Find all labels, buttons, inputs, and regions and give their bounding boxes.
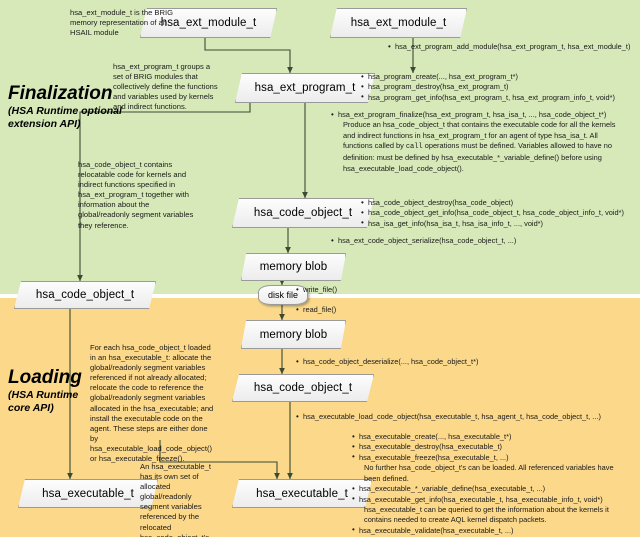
api-finalize-list: hsa_ext_program_finalize(hsa_ext_program…: [331, 110, 640, 173]
api-item: hsa_executable_freeze(hsa_executable_t, …: [352, 452, 640, 463]
api-note-line: No further hsa_code_object_t's can be lo…: [364, 463, 614, 473]
api-note-line: definition: must be defined by hsa_execu…: [343, 153, 602, 163]
api-program-group: hsa_program_create(..., hsa_ext_program_…: [361, 72, 640, 103]
note-ext-program: hsa_ext_program_t groups a set of BRIG m…: [113, 62, 218, 112]
api-read-file-text: read_file(): [296, 305, 416, 316]
node-memory-blob-loading[interactable]: memory blob: [241, 320, 346, 349]
api-item: hsa_program_get_info(hsa_ext_program_t, …: [361, 92, 640, 103]
api-item: hsa_code_object_get_info(hsa_code_object…: [361, 208, 640, 219]
api-note-line: Produce an hsa_code_object_t that contai…: [343, 120, 616, 130]
api-note-line: functions called by call operations must…: [343, 141, 612, 152]
phase-loading-subtitle: (HSA Runtime core API): [8, 388, 79, 414]
api-write-file: write_file(): [296, 285, 416, 296]
phase-finalization: Finalization (HSA Runtime optional exten…: [8, 84, 122, 131]
phase-finalization-title: Finalization: [8, 83, 113, 104]
api-serialize-text: hsa_ext_code_object_serialize(hsa_code_o…: [331, 236, 631, 247]
node-executable-left[interactable]: hsa_executable_t: [18, 479, 158, 508]
api-item: hsa_executable_create(..., hsa_executabl…: [352, 432, 640, 443]
api-serialize: hsa_ext_code_object_serialize(hsa_code_o…: [331, 236, 631, 247]
api-note-line: been defined.: [364, 473, 409, 483]
api-write-file-text: write_file(): [296, 285, 416, 296]
api-read-file: read_file(): [296, 305, 416, 316]
api-add-module-text: hsa_ext_program_add_module(hsa_ext_progr…: [388, 42, 640, 53]
api-item: hsa_executable_destroy(hsa_executable_t): [352, 442, 640, 453]
api-load-code-object: hsa_executable_load_code_object(hsa_exec…: [296, 412, 636, 423]
phase-loading-title: Loading: [8, 367, 82, 388]
api-item: hsa_code_object_destroy(hsa_code_object): [361, 198, 640, 209]
node-ext-module-right[interactable]: hsa_ext_module_t: [330, 8, 467, 38]
api-item: hsa_isa_get_info(hsa_isa_t, hsa_isa_info…: [361, 218, 640, 229]
phase-finalization-subtitle: (HSA Runtime optional extension API): [8, 104, 122, 130]
note-ext-module: hsa_ext_module_t is the BRIG memory repr…: [70, 8, 173, 38]
note-loading: For each hsa_code_object_t loaded in an …: [90, 343, 214, 464]
api-load-code-object-text: hsa_executable_load_code_object(hsa_exec…: [296, 412, 636, 423]
node-memory-blob-finalization[interactable]: memory blob: [241, 253, 346, 281]
api-code-object-group: hsa_code_object_destroy(hsa_code_object)…: [361, 198, 640, 229]
node-ext-program[interactable]: hsa_ext_program_t: [235, 73, 375, 103]
api-deserialize: hsa_code_object_deserialize(..., hsa_cod…: [296, 357, 556, 368]
api-item: hsa_program_create(..., hsa_ext_program_…: [361, 72, 640, 83]
api-add-module: hsa_ext_program_add_module(hsa_ext_progr…: [388, 42, 640, 53]
note-executable: An hsa_executable_t has its own set of a…: [140, 462, 211, 537]
phase-loading: Loading (HSA Runtime core API): [8, 368, 82, 415]
note-code-object: hsa_code_object_t contains relocatable c…: [78, 160, 194, 230]
api-item: hsa_executable_validate(hsa_executable_t…: [352, 525, 640, 536]
api-finalize-group: hsa_ext_program_finalize(hsa_ext_program…: [331, 110, 640, 174]
api-executable-group: hsa_executable_create(..., hsa_executabl…: [352, 432, 640, 537]
api-item: hsa_executable_get_info(hsa_executable_t…: [352, 494, 640, 505]
node-code-object-loading[interactable]: hsa_code_object_t: [232, 374, 374, 402]
diagram-canvas: Finalization (HSA Runtime optional exten…: [0, 0, 640, 537]
api-item: hsa_program_destroy(hsa_ext_program_t): [361, 82, 640, 93]
api-executable-list: hsa_executable_create(..., hsa_executabl…: [352, 432, 640, 537]
api-program-group-list: hsa_program_create(..., hsa_ext_program_…: [361, 72, 640, 103]
api-note-line: contains needed to create AQL kernel dis…: [364, 515, 547, 525]
api-item: hsa_executable_*_variable_define(hsa_exe…: [352, 484, 640, 495]
api-code-object-list: hsa_code_object_destroy(hsa_code_object)…: [361, 198, 640, 229]
api-note-line: hsa_executable_load_code_object().: [343, 163, 464, 173]
api-note-line: hsa_executable_t can be queried to get t…: [364, 504, 609, 514]
api-mono-call: call: [405, 143, 423, 152]
node-code-object-finalization[interactable]: hsa_code_object_t: [232, 198, 374, 228]
node-code-object-left[interactable]: hsa_code_object_t: [14, 281, 156, 309]
api-note-line: and indirect functions in hsa_ext_progra…: [343, 130, 598, 140]
node-executable-right[interactable]: hsa_executable_t: [232, 479, 372, 508]
api-item: hsa_ext_program_finalize(hsa_ext_program…: [331, 110, 640, 121]
api-deserialize-text: hsa_code_object_deserialize(..., hsa_cod…: [296, 357, 556, 368]
